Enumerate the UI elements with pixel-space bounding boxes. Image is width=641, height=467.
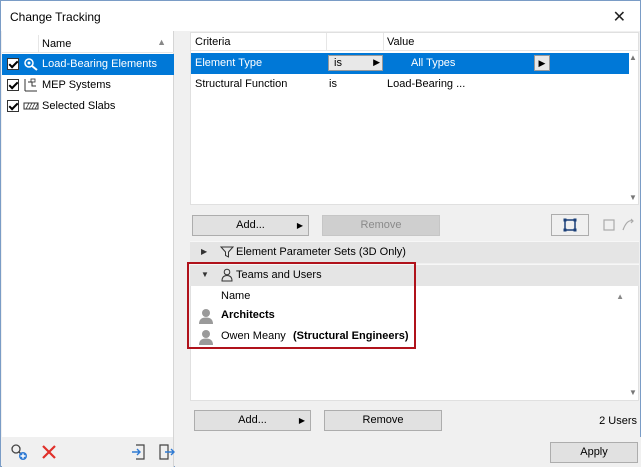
scroll-down-icon[interactable]: ▼ <box>629 193 637 202</box>
section-title: Teams and Users <box>236 269 322 281</box>
name-column-header[interactable]: Name <box>42 38 71 50</box>
rule-item-mep[interactable]: MEP Systems <box>2 75 174 96</box>
rule-label: Load-Bearing Elements <box>42 58 157 70</box>
criteria-value[interactable]: All Types <box>411 57 455 69</box>
criteria-name: Element Type <box>195 57 263 69</box>
rule-list-toolbar <box>2 437 176 467</box>
add-user-button[interactable]: Add... ▶ <box>194 410 311 431</box>
apply-button[interactable]: Apply <box>550 442 638 463</box>
close-icon[interactable]: ✕ <box>613 7 626 27</box>
apply-label: Apply <box>580 446 608 458</box>
criteria-column-header[interactable]: Criteria <box>195 36 230 48</box>
expand-arrow-icon[interactable]: ▶ <box>201 247 207 256</box>
frame-dropdown-icon[interactable] <box>601 217 637 233</box>
export-icon[interactable] <box>158 443 176 461</box>
value-dropdown-arrow-icon[interactable]: ▶ <box>534 55 550 71</box>
rule-item-load-bearing[interactable]: Load-Bearing Elements <box>2 54 174 75</box>
user-team: (Structural Engineers) <box>293 330 409 342</box>
user-row[interactable]: Owen Meany (Structural Engineers) <box>191 327 611 347</box>
remove-user-label: Remove <box>362 414 404 426</box>
title-bar: Change Tracking ✕ <box>1 1 640 31</box>
team-avatar-icon <box>199 309 213 324</box>
criteria-table: Criteria Value Element Type is ▶ All Typ… <box>190 32 639 205</box>
rule-checkbox[interactable] <box>7 58 19 70</box>
user-name-column-header[interactable]: Name <box>221 290 250 302</box>
operator-value: is <box>329 78 337 90</box>
rule-list-header: Name ▲ <box>2 35 174 53</box>
frame-select-button[interactable] <box>551 214 589 236</box>
chevron-right-icon: ▶ <box>298 416 305 425</box>
user-count: 2 Users <box>599 415 637 427</box>
new-rule-icon[interactable] <box>10 443 28 461</box>
mep-icon <box>24 78 37 92</box>
criteria-row[interactable]: Element Type is ▶ All Types ▶ <box>191 53 629 74</box>
criteria-scrollbar[interactable]: ▲ ▼ <box>628 51 638 205</box>
operator-dropdown[interactable]: is ▶ <box>328 55 383 71</box>
user-row[interactable]: Architects <box>191 306 611 326</box>
delete-rule-icon[interactable] <box>40 443 58 461</box>
value-column-header[interactable]: Value <box>387 36 414 48</box>
scroll-up-icon[interactable]: ▲ <box>629 53 637 62</box>
teams-and-users-section[interactable]: ▼ Teams and Users <box>190 264 639 286</box>
user-avatar-icon <box>199 330 213 345</box>
sort-ascending-icon: ▲ <box>157 37 166 47</box>
collapse-arrow-icon[interactable]: ▼ <box>201 270 209 279</box>
scroll-down-icon[interactable]: ▼ <box>629 388 637 397</box>
users-scrollbar[interactable]: ▼ <box>628 300 638 400</box>
element-parameter-sets-section[interactable]: ▶ Element Parameter Sets (3D Only) <box>190 241 639 263</box>
rule-item-slabs[interactable]: Selected Slabs <box>2 96 174 117</box>
import-icon[interactable] <box>130 443 148 461</box>
section-title: Element Parameter Sets (3D Only) <box>236 246 406 258</box>
rule-label: Selected Slabs <box>42 100 116 112</box>
users-table: Name ▲ Architects Owen Meany (Structural… <box>190 286 639 401</box>
filter-icon <box>220 246 234 258</box>
criteria-header: Criteria Value <box>191 33 638 51</box>
criteria-row[interactable]: Structural Function is Load-Bearing ... <box>191 74 629 95</box>
chevron-right-icon: ▶ <box>373 57 380 67</box>
change-tracking-dialog: Change Tracking ✕ Name ▲ Load-Bearing El… <box>0 0 641 467</box>
magnifier-icon <box>24 58 38 71</box>
user-name: Architects <box>221 309 275 321</box>
rule-checkbox[interactable] <box>7 100 19 112</box>
user-name: Owen Meany <box>221 330 286 342</box>
frame-icon <box>563 218 577 232</box>
operator-value: is <box>334 57 342 69</box>
remove-criteria-button[interactable]: Remove <box>322 215 440 236</box>
slab-icon <box>23 102 39 110</box>
sort-ascending-icon: ▲ <box>616 292 624 301</box>
add-criteria-button[interactable]: Add... ▶ <box>192 215 309 236</box>
chevron-right-icon: ▶ <box>296 221 303 230</box>
window-title: Change Tracking <box>10 10 101 24</box>
add-user-label: Add... <box>238 414 267 426</box>
criteria-name: Structural Function <box>195 78 288 90</box>
remove-user-button[interactable]: Remove <box>324 410 442 431</box>
user-icon <box>221 268 233 282</box>
rule-label: MEP Systems <box>42 79 111 91</box>
criteria-value: Load-Bearing ... <box>387 78 466 90</box>
add-criteria-label: Add... <box>236 219 265 231</box>
remove-criteria-label: Remove <box>360 219 402 231</box>
rule-list: Name ▲ Load-Bearing Elements MEP Systems <box>2 31 174 437</box>
dialog-footer: Apply <box>175 437 641 467</box>
rule-checkbox[interactable] <box>7 79 19 91</box>
